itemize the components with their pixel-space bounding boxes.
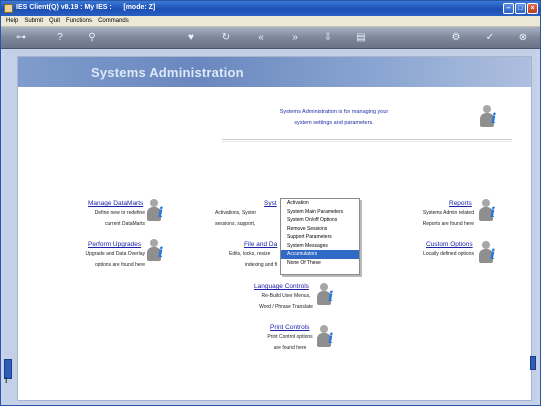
print-controls-link[interactable]: Print Controls: [270, 324, 309, 331]
check-icon[interactable]: ✓: [483, 32, 497, 44]
popup-option-accumulators[interactable]: Accumulators: [281, 250, 359, 259]
menu-submit[interactable]: Submit: [21, 16, 46, 26]
close-button[interactable]: ×: [527, 3, 538, 14]
language-controls-link[interactable]: Language Controls: [254, 283, 309, 290]
menu-functions[interactable]: Functions: [63, 16, 95, 26]
system-line-2: sessions, support,: [215, 221, 256, 227]
file-and-data-line-2: indexing and fi: [245, 262, 278, 268]
perform-upgrades-line-2: options are found here: [94, 262, 145, 268]
menu-help[interactable]: Help: [3, 16, 21, 26]
file-and-data-line-1: Edits, locks, resize: [229, 251, 271, 257]
custom-options-line-1: Locally defined options: [423, 251, 474, 257]
intro-text: Systems Administration is for managing y…: [254, 107, 414, 129]
page-banner: Systems Administration: [18, 57, 531, 87]
toolbar: ⊶ ? ⚲ ♥ ↻ « » ⇩ ▤ ⚙ ✓ ⊗: [1, 27, 540, 49]
page-title: Systems Administration: [91, 65, 244, 80]
popup-option-remove-sessions[interactable]: Remove Sessions: [281, 225, 359, 234]
rewind-icon[interactable]: «: [254, 32, 268, 44]
reports-desc: Systems Admin related Reports are found …: [396, 208, 474, 230]
system-link[interactable]: Syst: [264, 200, 277, 207]
popup-option-activation[interactable]: Activation: [281, 199, 359, 208]
popup-option-system-messages[interactable]: System Messages: [281, 242, 359, 251]
manage-datamarts-icon[interactable]: i: [147, 199, 169, 223]
manage-datamarts-line-1: Define new or redefine: [94, 210, 145, 216]
reports-line-1: Systems Admin related: [422, 210, 474, 216]
maximize-button[interactable]: □: [515, 3, 526, 14]
heart-icon[interactable]: ♥: [184, 32, 198, 44]
minimize-button[interactable]: –: [503, 3, 514, 14]
popup-option-system-main-parameters[interactable]: System Main Parameters: [281, 208, 359, 217]
menu-quit[interactable]: Quit: [46, 16, 63, 26]
system-line-1: Activations, Syster: [215, 210, 257, 216]
app-window: IES Client(Q) v8.19 : My IES : [mode: Z]…: [0, 0, 541, 406]
window-title: IES Client(Q) v8.19 : My IES : [mode: Z]: [16, 4, 155, 11]
intro-line-2: system settings and parameters.: [294, 120, 374, 126]
manage-datamarts-line-2: current DataMarts: [104, 221, 145, 227]
print-controls-icon[interactable]: i: [317, 325, 339, 349]
divider: [222, 139, 512, 142]
language-controls-icon[interactable]: i: [317, 283, 339, 307]
manage-datamarts-desc: Define new or redefine current DataMarts: [75, 208, 145, 230]
custom-options-desc: Locally defined options: [396, 249, 474, 260]
intro-line-1: Systems Administration is for managing y…: [279, 109, 389, 115]
custom-options-link[interactable]: Custom Options: [426, 241, 473, 248]
fast-forward-icon[interactable]: »: [288, 32, 302, 44]
window-title-text: IES Client(Q) v8.19 : My IES :: [16, 4, 112, 11]
settings-icon[interactable]: ⚙: [449, 32, 463, 44]
perform-upgrades-icon[interactable]: i: [147, 239, 169, 263]
help-icon[interactable]: ?: [53, 32, 67, 44]
reports-line-2: Reports are found here: [422, 221, 474, 227]
menu-bar: Help Submit Quit Functions Commands: [1, 16, 540, 27]
system-desc: Activations, Syster sessions, support,: [215, 208, 281, 230]
custom-options-icon[interactable]: i: [479, 241, 501, 265]
app-icon: [4, 4, 13, 13]
popup-option-none-of-these[interactable]: None Of These: [281, 259, 359, 268]
title-bar[interactable]: IES Client(Q) v8.19 : My IES : [mode: Z]…: [1, 1, 540, 16]
perform-upgrades-line-1: Upgrade and Data Overlay: [85, 251, 145, 257]
menu-commands[interactable]: Commands: [95, 16, 132, 26]
save-icon[interactable]: ⇩: [321, 32, 335, 44]
system-popup-menu: Activation System Main Parameters System…: [280, 198, 360, 275]
perform-upgrades-desc: Upgrade and Data Overlay options are fou…: [60, 249, 145, 271]
refresh-icon[interactable]: ↻: [219, 32, 233, 44]
user-info-icon: i: [480, 105, 502, 129]
perform-upgrades-link[interactable]: Perform Upgrades: [88, 241, 141, 248]
side-panel-grip-icon[interactable]: ⁝: [5, 376, 12, 386]
popup-option-system-onoff-options[interactable]: System On/off Options: [281, 216, 359, 225]
file-and-data-link[interactable]: File and Da: [244, 241, 277, 248]
key-icon[interactable]: ⊶: [11, 32, 31, 44]
window-mode: [mode: Z]: [123, 4, 156, 11]
right-scroll-handle[interactable]: [530, 356, 536, 370]
search-icon[interactable]: ⚲: [85, 32, 99, 44]
manage-datamarts-link[interactable]: Manage DataMarts: [88, 200, 143, 207]
file-and-data-desc: Edits, locks, resize indexing and fi: [229, 249, 281, 271]
reports-icon[interactable]: i: [479, 199, 501, 223]
close-icon[interactable]: ⊗: [516, 32, 530, 44]
reports-link[interactable]: Reports: [449, 200, 472, 207]
notes-icon[interactable]: ▤: [354, 32, 368, 44]
popup-option-support-parameters[interactable]: Support Parameters: [281, 233, 359, 242]
